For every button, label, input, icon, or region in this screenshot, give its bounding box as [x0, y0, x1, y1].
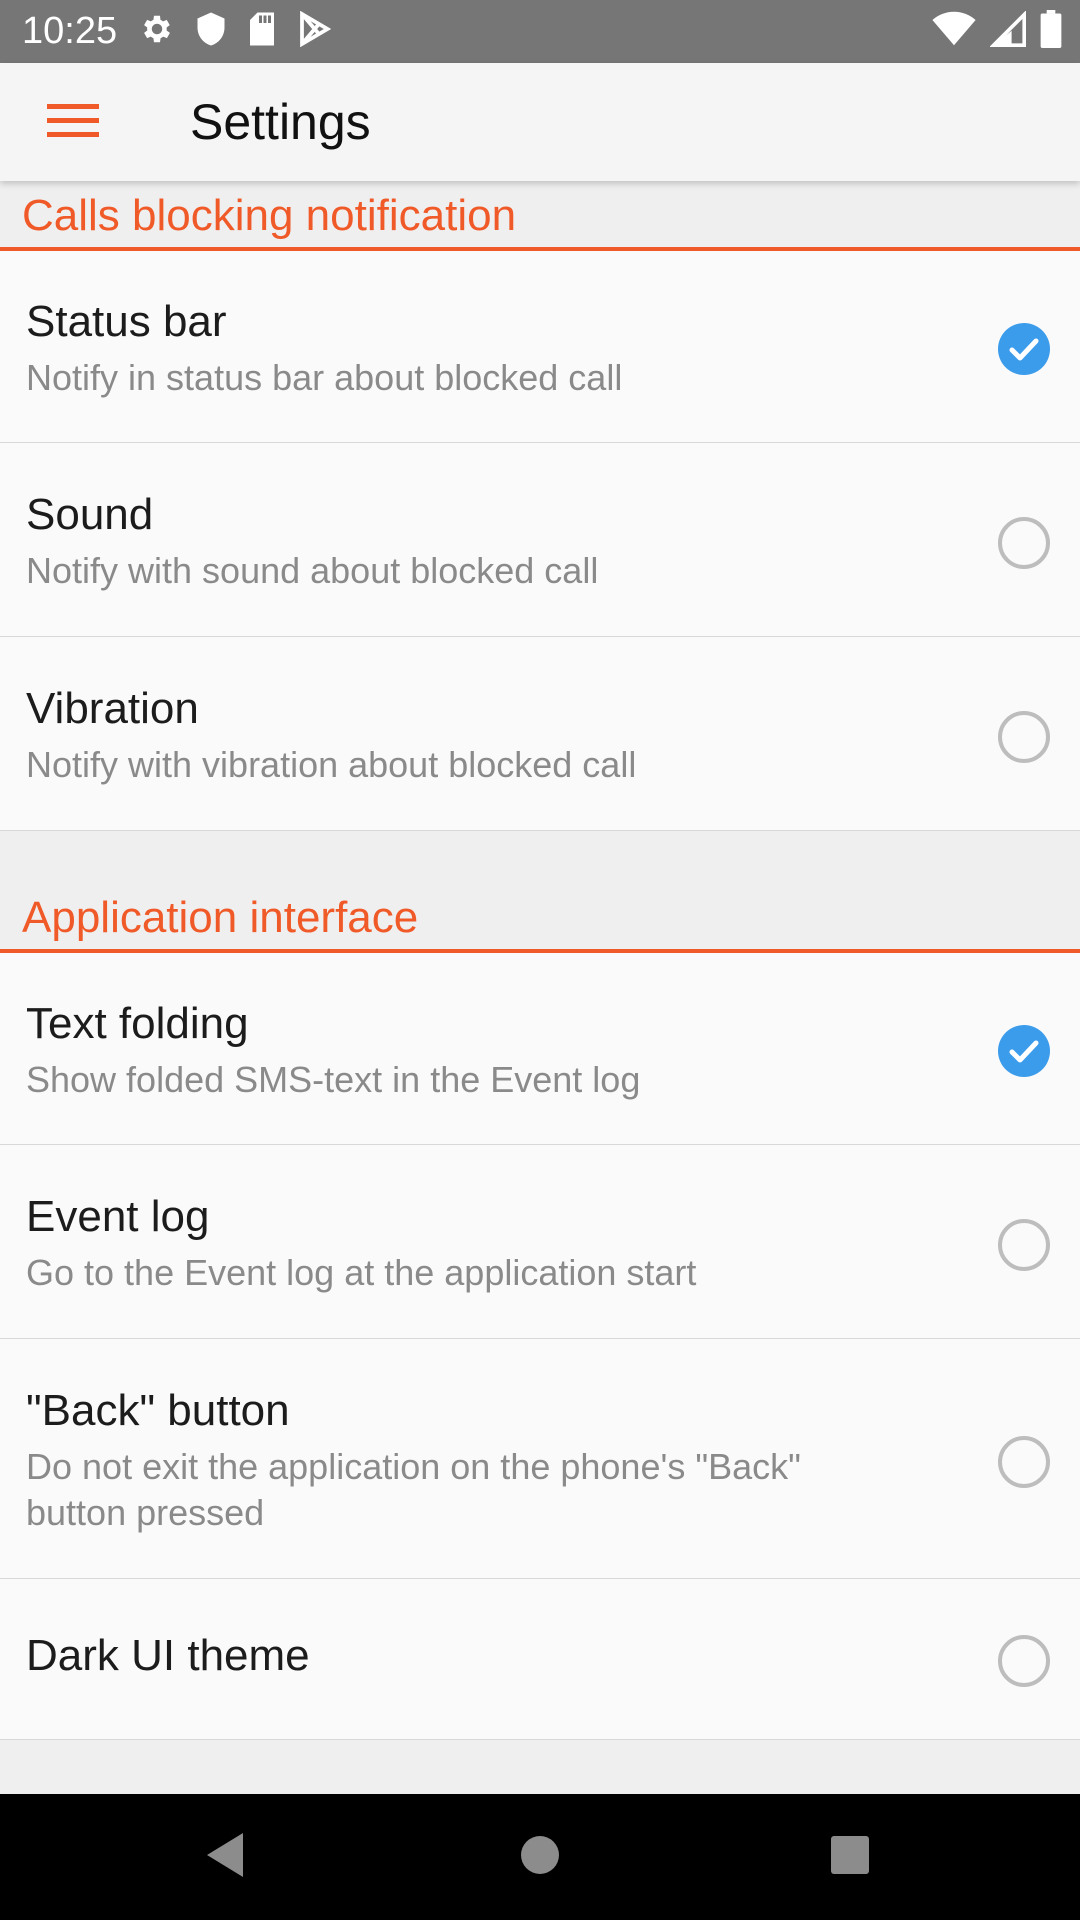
section-header-application-interface: Application interface	[0, 883, 1080, 953]
pref-sound[interactable]: Sound Notify with sound about blocked ca…	[0, 443, 1080, 637]
pref-title: Text folding	[26, 999, 249, 1048]
pref-status-bar[interactable]: Status bar Notify in status bar about bl…	[0, 251, 1080, 443]
back-button-checkbox[interactable]	[998, 1436, 1050, 1488]
pref-back-button[interactable]: "Back" button Do not exit the applicatio…	[0, 1339, 1080, 1579]
pref-title: Status bar	[26, 297, 227, 346]
page-title: Settings	[190, 94, 371, 150]
event-log-checkbox[interactable]	[998, 1219, 1050, 1271]
recents-icon	[830, 1835, 870, 1880]
home-icon	[519, 1834, 561, 1881]
pref-vibration[interactable]: Vibration Notify with vibration about bl…	[0, 637, 1080, 831]
shield-icon	[195, 11, 227, 52]
pref-dark-ui-theme[interactable]: Dark UI theme	[0, 1579, 1080, 1740]
status-time: 10:25	[22, 10, 118, 52]
dark-ui-theme-checkbox[interactable]	[998, 1635, 1050, 1687]
pref-title: Dark UI theme	[26, 1631, 310, 1680]
sound-checkbox[interactable]	[998, 517, 1050, 569]
back-icon	[203, 1831, 247, 1884]
nav-home-button[interactable]	[510, 1827, 570, 1887]
menu-button[interactable]	[30, 91, 116, 153]
text-folding-checkbox[interactable]	[998, 1025, 1050, 1077]
nav-back-button[interactable]	[195, 1827, 255, 1887]
pref-title: Vibration	[26, 684, 199, 733]
status-bar-checkbox[interactable]	[998, 323, 1050, 375]
pref-subtitle: Do not exit the application on the phone…	[26, 1446, 801, 1533]
hamburger-menu-icon	[47, 100, 99, 145]
battery-icon	[1040, 10, 1062, 53]
pref-event-log[interactable]: Event log Go to the Event log at the app…	[0, 1145, 1080, 1339]
cell-signal-icon	[989, 10, 1026, 52]
nav-recents-button[interactable]	[820, 1827, 880, 1887]
pref-text-folding[interactable]: Text folding Show folded SMS-text in the…	[0, 953, 1080, 1145]
pref-title: Sound	[26, 490, 154, 539]
settings-list[interactable]: Calls blocking notification Status bar N…	[0, 181, 1080, 1794]
pref-title: "Back" button	[26, 1386, 290, 1435]
sd-card-icon	[247, 11, 277, 52]
play-store-icon	[297, 10, 332, 52]
wifi-icon	[932, 11, 976, 52]
pref-subtitle: Notify with sound about blocked call	[26, 550, 599, 591]
section-header-label: Application interface	[22, 893, 419, 942]
pref-title: Event log	[26, 1192, 210, 1241]
pref-subtitle: Go to the Event log at the application s…	[26, 1252, 697, 1293]
section-header-calls-blocking: Calls blocking notification	[0, 181, 1080, 251]
pref-subtitle: Notify with vibration about blocked call	[26, 744, 637, 785]
vibration-checkbox[interactable]	[998, 711, 1050, 763]
pref-subtitle: Notify in status bar about blocked call	[26, 357, 623, 398]
status-bar: 10:25	[0, 0, 1080, 63]
navigation-bar	[0, 1794, 1080, 1920]
gear-icon	[139, 11, 175, 52]
pref-subtitle: Show folded SMS-text in the Event log	[26, 1059, 641, 1100]
section-header-label: Calls blocking notification	[22, 191, 517, 240]
app-bar: Settings	[0, 63, 1080, 181]
